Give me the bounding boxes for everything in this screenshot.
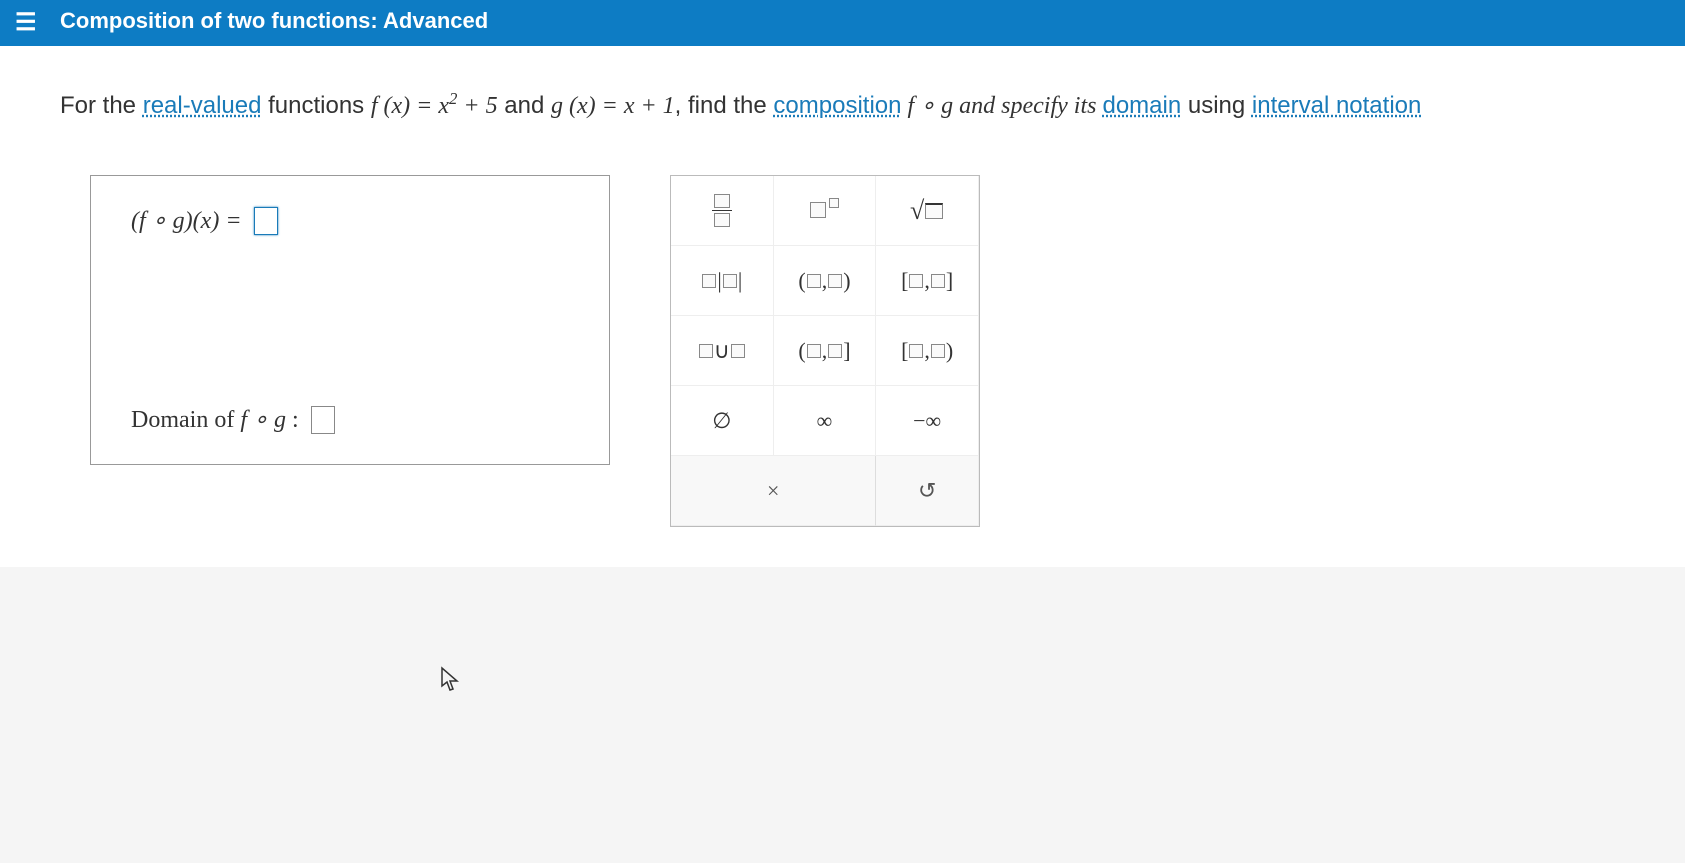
answer-row: (f ∘ g)(x) = Domain of f ∘ g : <box>90 175 1655 527</box>
link-real-valued[interactable]: real-valued <box>143 92 262 119</box>
sqrt-button[interactable]: √ <box>876 176 979 246</box>
exponent-icon <box>809 198 839 224</box>
infinity-icon: ∞ <box>817 408 833 434</box>
exponent-button[interactable] <box>774 176 877 246</box>
half-open-right-button[interactable]: (,] <box>774 316 877 386</box>
half-open-right-icon: (,] <box>798 338 850 364</box>
domain-input[interactable] <box>311 406 335 434</box>
reset-icon: ↺ <box>918 478 936 504</box>
fraction-icon <box>712 194 732 227</box>
composition-label: (f ∘ g)(x) = <box>131 206 242 235</box>
infinity-button[interactable]: ∞ <box>774 386 877 456</box>
cursor-icon <box>440 666 460 699</box>
clear-icon: × <box>767 478 779 504</box>
neg-infinity-button[interactable]: −∞ <box>876 386 979 456</box>
abs-button[interactable]: || <box>671 246 774 316</box>
reset-button[interactable]: ↺ <box>876 456 979 526</box>
open-interval-button[interactable]: (,) <box>774 246 877 316</box>
half-open-left-icon: [,) <box>901 338 953 364</box>
emptyset-icon: ∅ <box>712 408 731 434</box>
composition-input[interactable] <box>254 207 278 235</box>
link-interval-notation[interactable]: interval notation <box>1252 92 1421 119</box>
abs-icon: || <box>701 268 742 294</box>
neg-infinity-icon: −∞ <box>913 408 941 434</box>
question-text: For the real-valued functions f (x) = x2… <box>60 86 1655 125</box>
domain-label: Domain of f ∘ g : <box>131 405 299 434</box>
page-title: Composition of two functions: Advanced <box>60 8 488 34</box>
link-composition[interactable]: composition <box>773 92 901 119</box>
header-bar: ☰ Composition of two functions: Advanced <box>0 0 1685 46</box>
closed-interval-button[interactable]: [,] <box>876 246 979 316</box>
link-domain[interactable]: domain <box>1102 92 1181 119</box>
emptyset-button[interactable]: ∅ <box>671 386 774 456</box>
union-button[interactable]: ∪ <box>671 316 774 386</box>
closed-interval-icon: [,] <box>901 268 953 294</box>
content-area: For the real-valued functions f (x) = x2… <box>0 46 1685 567</box>
open-interval-icon: (,) <box>798 268 850 294</box>
union-icon: ∪ <box>698 338 746 364</box>
sqrt-icon: √ <box>910 196 944 226</box>
composition-answer-line: (f ∘ g)(x) = <box>131 206 569 235</box>
menu-icon[interactable]: ☰ <box>15 8 37 37</box>
answer-box: (f ∘ g)(x) = Domain of f ∘ g : <box>90 175 610 465</box>
half-open-left-button[interactable]: [,) <box>876 316 979 386</box>
math-toolbox: √ || (,) [,] ∪ (,] [,) ∅ <box>670 175 980 527</box>
clear-button[interactable]: × <box>671 456 876 526</box>
domain-answer-line: Domain of f ∘ g : <box>131 405 569 434</box>
fraction-button[interactable] <box>671 176 774 246</box>
